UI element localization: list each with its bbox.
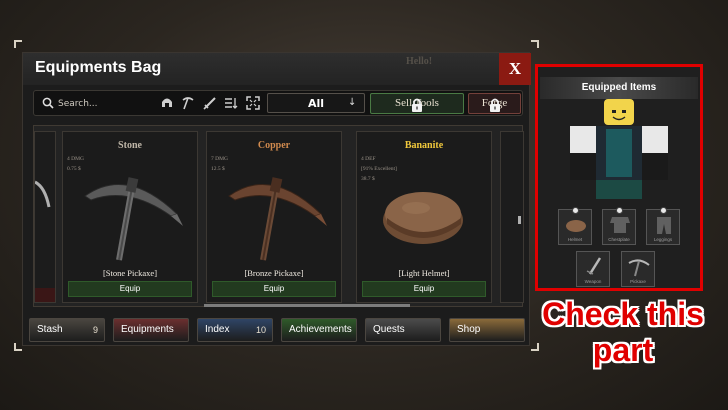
- light-helmet-image: [383, 192, 463, 244]
- equip-button[interactable]: Equip: [212, 281, 336, 297]
- callout-annotation: Check this part: [528, 296, 718, 368]
- lock-icon: [490, 98, 500, 112]
- dropdown-value: All: [308, 97, 325, 110]
- item-label: [Bronze Pickaxe]: [244, 268, 304, 278]
- pickaxe-icon[interactable]: [181, 96, 195, 110]
- category-dropdown[interactable]: All ↓: [267, 93, 365, 113]
- sword-icon: [586, 257, 602, 275]
- background-greeting: Hello!: [406, 56, 433, 67]
- item-label: [Stone Pickaxe]: [102, 268, 158, 278]
- item-material: Bananite: [404, 140, 444, 151]
- leggings-slot[interactable]: Leggings: [646, 207, 680, 245]
- item-card[interactable]: Stone 4 DMG 0.75 $ [Stone Pickaxe] Equip: [62, 131, 198, 303]
- pickaxe-art-partial: [35, 180, 55, 302]
- frame-corner: [14, 40, 22, 48]
- bronze-pickaxe-image: [228, 177, 327, 261]
- bottom-tab-bar: Stash 9 Equipments Index 10 Achievements…: [29, 318, 525, 342]
- lock-icon: [412, 98, 422, 112]
- tab-equipments[interactable]: Equipments: [113, 318, 189, 342]
- stone-pickaxe-image: [84, 177, 183, 261]
- tab-stash[interactable]: Stash 9: [29, 318, 105, 342]
- slot-label: Weapon: [584, 279, 602, 284]
- tab-quests[interactable]: Quests: [365, 318, 441, 342]
- tab-shop[interactable]: Shop: [449, 318, 525, 342]
- visibility-eye-icon[interactable]: [660, 207, 667, 214]
- leggings-slot-art: [657, 217, 671, 234]
- tab-label: Achievements: [289, 324, 352, 335]
- helmet-icon[interactable]: [160, 96, 174, 110]
- helmet-slot[interactable]: Helmet: [558, 207, 592, 245]
- horizontal-scrollbar[interactable]: [204, 304, 410, 307]
- pickaxe-slot[interactable]: Pickaxe: [621, 251, 655, 287]
- toolbar: All ↓ Sell Tools Forge: [33, 90, 523, 116]
- expand-icon[interactable]: [246, 96, 260, 110]
- tab-label: Quests: [373, 324, 405, 335]
- item-label: [Light Helmet]: [398, 268, 450, 278]
- visibility-eye-icon[interactable]: [616, 207, 623, 214]
- tab-label: Index: [205, 324, 230, 335]
- tab-index[interactable]: Index 10: [197, 318, 273, 342]
- forge-button[interactable]: Forge: [468, 93, 521, 114]
- callout-line: part: [592, 332, 654, 368]
- item-card[interactable]: Copper 7 DMG 12.5 $ [Bronze Pickaxe] Equ…: [206, 131, 342, 303]
- item-material: Stone: [118, 140, 142, 151]
- tab-count-badge: 10: [255, 325, 266, 335]
- helmet-slot-art: [566, 220, 586, 232]
- sell-tools-button[interactable]: Sell Tools: [370, 93, 464, 114]
- partial-item-card[interactable]: [34, 131, 56, 303]
- slot-label: Leggings: [653, 237, 673, 242]
- weapon-slot[interactable]: Weapon: [576, 251, 610, 287]
- frame-corner: [531, 40, 539, 48]
- frame-corner: [14, 343, 22, 351]
- chestplate-slot[interactable]: Chestplate: [602, 207, 636, 245]
- tab-count-badge: 9: [92, 325, 98, 335]
- tab-achievements[interactable]: Achievements: [281, 318, 357, 342]
- partial-item-card[interactable]: [500, 131, 524, 303]
- close-button[interactable]: X: [499, 53, 531, 85]
- visibility-eye-icon[interactable]: [572, 207, 579, 214]
- equipment-list[interactable]: Stone 4 DMG 0.75 $ [Stone Pickaxe] Equip…: [33, 125, 524, 307]
- player-avatar: [570, 99, 668, 199]
- equipments-bag-window: Equipments Bag Hello! X Search... All ↓ …: [22, 52, 531, 346]
- partial-card-art: [518, 216, 521, 224]
- pickaxe-icon: [628, 259, 650, 277]
- equipped-items-title: Equipped Items: [540, 77, 698, 99]
- sort-icon[interactable]: [224, 96, 238, 110]
- item-material: Copper: [257, 140, 291, 151]
- search-input[interactable]: [58, 95, 154, 112]
- equipped-items-panel: Equipped Items Helmet Chestplate Legging…: [535, 64, 703, 291]
- arrow-down-icon: ↓: [348, 97, 357, 108]
- tab-label: Stash: [37, 324, 63, 335]
- equip-button[interactable]: Equip: [362, 281, 486, 297]
- tab-label: Shop: [457, 324, 481, 335]
- window-title: Equipments Bag: [35, 59, 162, 76]
- equip-button[interactable]: Equip: [68, 281, 192, 297]
- search-icon: [42, 97, 54, 109]
- slot-label: Chestplate: [608, 237, 630, 242]
- slot-label: Pickaxe: [630, 279, 646, 284]
- item-card[interactable]: Bananite 4 DEF [91% Excellent] 38.7 $ [L…: [356, 131, 492, 303]
- sword-icon[interactable]: [203, 96, 217, 110]
- callout-line: Check this: [542, 296, 704, 332]
- window-header: Equipments Bag Hello! X: [23, 53, 531, 85]
- chestplate-slot-art: [610, 217, 630, 233]
- tab-label: Equipments: [121, 324, 174, 335]
- slot-label: Helmet: [567, 237, 583, 242]
